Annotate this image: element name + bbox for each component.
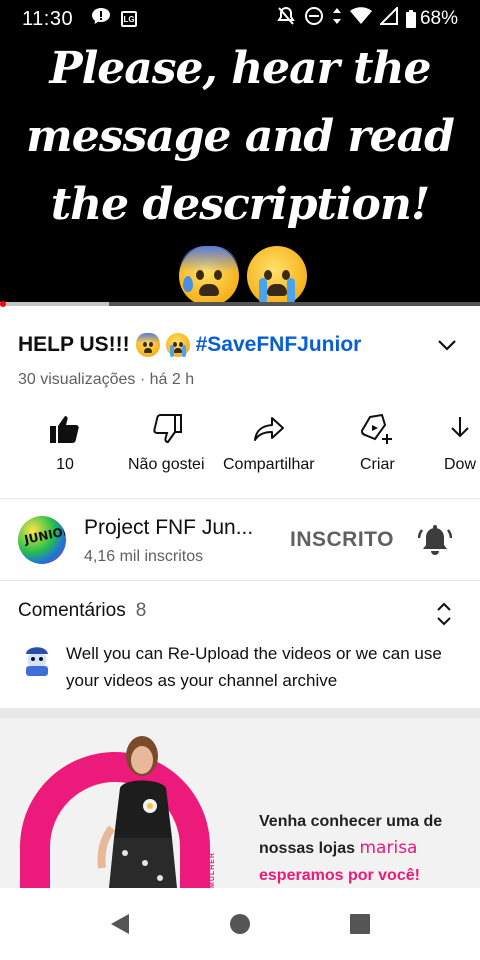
- status-time: 11:30: [22, 7, 74, 30]
- ad-tagline: esperamos por você!: [259, 867, 420, 884]
- channel-subscribers: 4,16 mil inscritos: [84, 548, 204, 565]
- commenter-avatar[interactable]: [20, 642, 52, 678]
- create-clip-icon: [360, 412, 394, 446]
- like-count: 10: [56, 456, 74, 473]
- battery-percent: 68%: [419, 8, 458, 29]
- video-progress-playhead[interactable]: [0, 301, 6, 307]
- signal-icon: [378, 5, 398, 31]
- app-screen: 11:30 LG 68% Please, hear the message an…: [0, 0, 480, 960]
- comments-header: Comentários 8: [18, 600, 146, 622]
- status-bar: 11:30 LG 68%: [0, 0, 480, 38]
- ad-line-1: Venha conhecer uma de: [259, 813, 443, 830]
- recents-button[interactable]: [348, 912, 372, 936]
- download-button[interactable]: Dow: [443, 412, 477, 474]
- home-circle-icon: [230, 914, 250, 934]
- video-title: HELP US!!! #SaveFNFJunior: [18, 333, 361, 357]
- recents-square-icon: [350, 914, 370, 934]
- wifi-icon: [349, 7, 372, 31]
- comments-title: Comentários: [18, 600, 126, 621]
- thumbs-up-filled-icon: [48, 412, 82, 446]
- create-label: Criar: [360, 456, 395, 473]
- android-nav-bar: [0, 888, 480, 960]
- share-arrow-icon: [252, 412, 286, 446]
- ad-brand: marisa: [359, 838, 418, 858]
- anxious-face-emoji-icon: [179, 245, 239, 306]
- video-player[interactable]: Please, hear the message and read the de…: [0, 35, 480, 307]
- lg-icon: LG: [121, 11, 138, 27]
- expand-description-button[interactable]: [432, 330, 462, 360]
- channel-name[interactable]: Project FNF Jun...: [84, 516, 274, 540]
- channel-avatar-text: JUNIOR: [23, 523, 66, 547]
- dislike-button[interactable]: Não gostei: [128, 412, 205, 474]
- hashtag-link[interactable]: #SaveFNFJunior: [196, 333, 362, 357]
- channel-avatar[interactable]: JUNIOR: [18, 516, 66, 564]
- subscribed-button[interactable]: INSCRITO: [290, 528, 394, 552]
- comments-count: 8: [135, 600, 147, 621]
- video-caption-text: Please, hear the message and read the de…: [26, 43, 455, 230]
- like-button[interactable]: 10: [48, 412, 82, 474]
- video-progress-fill: [0, 302, 109, 306]
- video-meta: 30 visualizações · há 2 h: [18, 371, 195, 388]
- dnd-icon: [304, 6, 324, 32]
- thumbs-down-icon: [149, 412, 183, 446]
- chat-alert-icon: [91, 7, 111, 31]
- ad-vertical-text: MULHER PRA MULHER: [202, 831, 216, 888]
- ad-line-2: nossas lojas marisa: [259, 835, 474, 862]
- video-progress-bar[interactable]: [0, 301, 480, 307]
- create-button[interactable]: Criar: [360, 412, 395, 474]
- dislike-label: Não gostei: [128, 456, 205, 473]
- share-label: Compartilhar: [223, 456, 315, 473]
- back-triangle-icon: [111, 914, 129, 934]
- share-button[interactable]: Compartilhar: [223, 412, 315, 474]
- data-arrows-icon: [332, 7, 342, 31]
- channel-row[interactable]: JUNIOR Project FNF Jun... 4,16 mil inscr…: [0, 500, 480, 580]
- divider: [0, 580, 480, 581]
- anxious-face-emoji-icon: [135, 333, 160, 357]
- crying-face-emoji-icon: [247, 245, 307, 306]
- ad-copy: Venha conhecer uma de nossas lojas maris…: [259, 808, 474, 888]
- video-title-row[interactable]: HELP US!!! #SaveFNFJunior: [18, 330, 462, 360]
- video-caption: Please, hear the message and read the de…: [0, 35, 480, 307]
- divider: [0, 498, 480, 499]
- notification-bell-button[interactable]: [417, 524, 453, 558]
- bell-icon: [417, 525, 453, 555]
- download-label: Dow: [443, 456, 476, 473]
- battery-indicator: 68%: [405, 8, 458, 30]
- mute-icon: [276, 6, 296, 32]
- ad-model-image: [97, 736, 177, 888]
- ad-banner[interactable]: MULHER PRA MULHER Venha conhecer uma de …: [0, 718, 480, 888]
- comments-section[interactable]: Comentários 8 Well you can Re-Upload the …: [0, 582, 480, 708]
- unfold-icon: [437, 602, 451, 626]
- comments-expand-button[interactable]: [430, 600, 458, 628]
- home-button[interactable]: [228, 912, 252, 936]
- crying-face-emoji-icon: [165, 333, 190, 357]
- section-divider: [0, 708, 480, 718]
- download-icon: [443, 412, 477, 446]
- battery-icon: [405, 10, 416, 28]
- video-title-text: HELP US!!!: [18, 333, 130, 356]
- notification-icons: LG: [91, 7, 138, 31]
- system-icons: 68%: [276, 5, 458, 32]
- ad-line-2-prefix: nossas lojas: [259, 840, 356, 857]
- caption-emojis: [179, 245, 307, 306]
- action-bar: 10 Não gostei Compartilhar Criar Dow: [0, 412, 480, 482]
- chevron-down-icon: [438, 340, 456, 351]
- top-comment-text: Well you can Re-Upload the videos or we …: [66, 644, 442, 690]
- back-button[interactable]: [108, 912, 132, 936]
